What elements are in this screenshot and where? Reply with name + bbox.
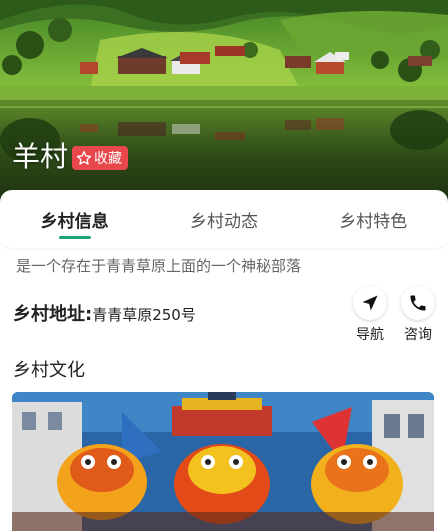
- favorite-label: 收藏: [94, 151, 123, 167]
- star-outline-icon: [76, 151, 92, 165]
- culture-section-title: 乡村文化: [13, 360, 85, 381]
- app-root: 羊村 收藏 乡村信息 乡村动态 乡村特色 是一个存在于青青草原上面的一个神秘部落…: [0, 0, 448, 531]
- address-row: 乡村地址: 青青草原250号: [13, 300, 196, 326]
- tab-label: 乡村信息: [40, 212, 109, 232]
- address-value: 青青草原250号: [92, 306, 196, 324]
- navigation-button[interactable]: 导航: [352, 286, 388, 344]
- consult-button[interactable]: 咨询: [400, 286, 436, 344]
- favorite-button[interactable]: 收藏: [72, 146, 129, 170]
- navigation-arrow-icon: [362, 295, 378, 311]
- village-description: 是一个存在于青青草原上面的一个神秘部落: [16, 257, 302, 275]
- address-label: 乡村地址:: [13, 304, 93, 325]
- hero-landscape-image: [0, 0, 448, 210]
- lion-dance-photo: [12, 392, 434, 531]
- tab-village-features[interactable]: 乡村特色: [299, 190, 448, 248]
- phone-icon: [410, 295, 426, 311]
- village-name: 羊村: [12, 140, 69, 173]
- hero-title-row: 羊村 收藏: [12, 140, 129, 174]
- culture-image[interactable]: [12, 392, 434, 531]
- tab-label: 乡村动态: [189, 212, 258, 232]
- tab-bar: 乡村信息 乡村动态 乡村特色: [0, 190, 448, 248]
- hero-banner: 羊村 收藏: [0, 0, 448, 210]
- active-tab-indicator: [58, 236, 91, 239]
- tab-label: 乡村特色: [339, 212, 408, 232]
- tab-village-info[interactable]: 乡村信息: [0, 190, 149, 248]
- tab-village-news[interactable]: 乡村动态: [149, 190, 298, 248]
- navigation-label: 导航: [356, 327, 384, 343]
- consult-label: 咨询: [404, 327, 432, 343]
